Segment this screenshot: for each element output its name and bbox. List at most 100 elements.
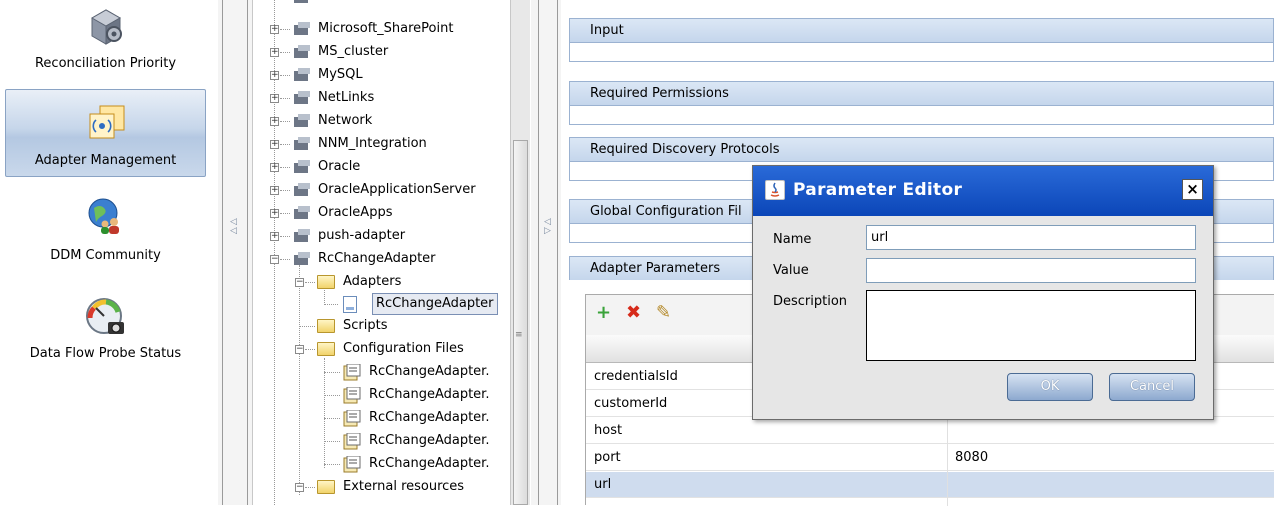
expand-icon[interactable]: +: [270, 94, 279, 103]
tree-node-package[interactable]: + Oracle: [253, 156, 510, 178]
tree-node-config-file[interactable]: RcChangeAdapter.: [253, 407, 510, 429]
tree-node-label: NNM_Integration: [318, 136, 427, 151]
tree-node-label: Adapters: [343, 274, 402, 289]
tree-node-package[interactable]: + MySQL: [253, 64, 510, 86]
tree-node-folder[interactable]: − Configuration Files: [253, 338, 510, 360]
tree-node-config-file[interactable]: RcChangeAdapter.: [253, 384, 510, 406]
module-nav: Reconciliation Priority Adapter Manageme…: [0, 0, 218, 505]
section-header[interactable]: Input: [569, 18, 1274, 42]
gear-box-icon: [86, 4, 126, 52]
expand-icon[interactable]: +: [270, 209, 279, 218]
document-icon: [343, 296, 357, 313]
collapse-icon[interactable]: −: [270, 255, 279, 264]
package-icon: [292, 21, 312, 37]
tree-node-package[interactable]: + push-adapter: [253, 225, 510, 247]
collapse-icon[interactable]: −: [295, 345, 304, 354]
tree-node-folder[interactable]: Scripts: [253, 315, 510, 337]
description-field[interactable]: [866, 290, 1196, 361]
package-icon: [292, 136, 312, 152]
gauge-camera-icon: [84, 296, 128, 344]
expand-icon[interactable]: +: [270, 71, 279, 80]
parameter-editor-dialog: Parameter Editor × Name Value Descriptio…: [752, 165, 1214, 420]
config-file-icon: [343, 455, 361, 473]
collapse-icon[interactable]: −: [295, 483, 304, 492]
package-icon: [292, 113, 312, 129]
edit-parameter-icon[interactable]: ✎: [656, 303, 671, 323]
package-icon: [292, 44, 312, 60]
tree-node-package[interactable]: + NetLinks: [253, 87, 510, 109]
tree-node-adapter-file[interactable]: RcChangeAdapter: [253, 293, 510, 315]
package-icon: [292, 228, 312, 244]
tree-node-label: push-adapter: [318, 228, 406, 243]
table-row-selected[interactable]: url: [586, 472, 1274, 498]
tree-node-label: RcChangeAdapter: [318, 251, 436, 266]
adapter-icon: [86, 104, 126, 146]
close-icon[interactable]: ×: [1182, 179, 1203, 200]
tree-node-label: RcChangeAdapter.: [369, 387, 490, 402]
config-file-icon: [343, 432, 361, 450]
right-splitter[interactable]: ◁ ▷: [531, 0, 561, 505]
tree-node-package[interactable]: + Microsoft_SharePoint: [253, 18, 510, 40]
package-icon: [292, 182, 312, 198]
tree-node-config-file[interactable]: RcChangeAdapter.: [253, 430, 510, 452]
table-row[interactable]: host: [586, 418, 1274, 444]
tree-node-package[interactable]: − RcChangeAdapter: [253, 248, 510, 270]
description-label: Description: [773, 294, 848, 309]
tree-node-label: RcChangeAdapter.: [369, 456, 490, 471]
expand-icon[interactable]: +: [270, 48, 279, 57]
nav-label: DDM Community: [50, 248, 161, 263]
tree-node-package[interactable]: + MS_cluster: [253, 41, 510, 63]
tree-node-label: RcChangeAdapter.: [369, 410, 490, 425]
section-header[interactable]: Required Discovery Protocols: [569, 137, 1274, 161]
tree-node-label: Configuration Files: [343, 341, 464, 356]
nav-item-ddm-community[interactable]: DDM Community: [5, 188, 206, 268]
globe-people-icon: [86, 196, 126, 240]
dialog-titlebar[interactable]: Parameter Editor ×: [753, 166, 1213, 216]
value-field[interactable]: [866, 258, 1196, 283]
tree-node-folder[interactable]: − Adapters: [253, 271, 510, 293]
tree-node-package[interactable]: + NNM_Integration: [253, 133, 510, 155]
expand-icon[interactable]: +: [270, 232, 279, 241]
nav-item-adapter-management[interactable]: Adapter Management: [5, 89, 206, 177]
expand-icon[interactable]: +: [270, 140, 279, 149]
package-icon: [292, 67, 312, 83]
expand-right-arrow-icon[interactable]: ◁ ▷: [544, 218, 551, 236]
nav-item-reconciliation-priority[interactable]: Reconciliation Priority: [5, 0, 206, 80]
nav-label: Data Flow Probe Status: [29, 346, 182, 361]
cancel-button[interactable]: Cancel: [1109, 373, 1195, 401]
tree-scrollbar[interactable]: ≡: [510, 0, 530, 505]
tree-node-package[interactable]: + OracleApplicationServer: [253, 179, 510, 201]
adapter-tree[interactable]: + Microsoft_SharePoint + MS_cluster + My…: [252, 0, 510, 505]
tree-node-label-selected: RcChangeAdapter: [372, 293, 498, 315]
config-file-icon: [343, 363, 361, 381]
expand-icon[interactable]: +: [270, 186, 279, 195]
add-parameter-icon[interactable]: +: [596, 303, 611, 323]
folder-icon: [317, 342, 335, 356]
collapse-icon[interactable]: −: [295, 278, 304, 287]
value-label: Value: [773, 263, 809, 278]
expand-icon[interactable]: +: [270, 163, 279, 172]
scrollbar-thumb[interactable]: [513, 140, 528, 505]
tree-node-package[interactable]: + OracleApps: [253, 202, 510, 224]
section-header[interactable]: Required Permissions: [569, 81, 1274, 105]
name-field[interactable]: [866, 225, 1196, 250]
expand-icon[interactable]: +: [270, 25, 279, 34]
table-row[interactable]: port 8080: [586, 445, 1274, 471]
tree-node-label: MySQL: [318, 67, 363, 82]
tree-node-partial[interactable]: [253, 0, 510, 8]
java-app-icon: [765, 180, 785, 200]
package-icon: [292, 159, 312, 175]
ok-button[interactable]: OK: [1007, 373, 1093, 401]
expand-icon[interactable]: +: [270, 117, 279, 126]
collapse-left-arrow-icon[interactable]: ◁ ◁: [230, 218, 237, 236]
nav-item-data-flow-probe-status[interactable]: Data Flow Probe Status: [5, 290, 206, 370]
tree-node-config-file[interactable]: RcChangeAdapter.: [253, 453, 510, 475]
nav-label: Adapter Management: [34, 153, 177, 168]
delete-parameter-icon[interactable]: ✖: [626, 303, 641, 323]
tree-node-label: Network: [318, 113, 373, 128]
tree-node-package[interactable]: + Network: [253, 110, 510, 132]
left-splitter[interactable]: ◁ ◁: [218, 0, 252, 505]
tree-node-folder[interactable]: − External resources: [253, 476, 510, 498]
tree-node-label: MS_cluster: [318, 44, 389, 59]
tree-node-config-file[interactable]: RcChangeAdapter.: [253, 361, 510, 383]
